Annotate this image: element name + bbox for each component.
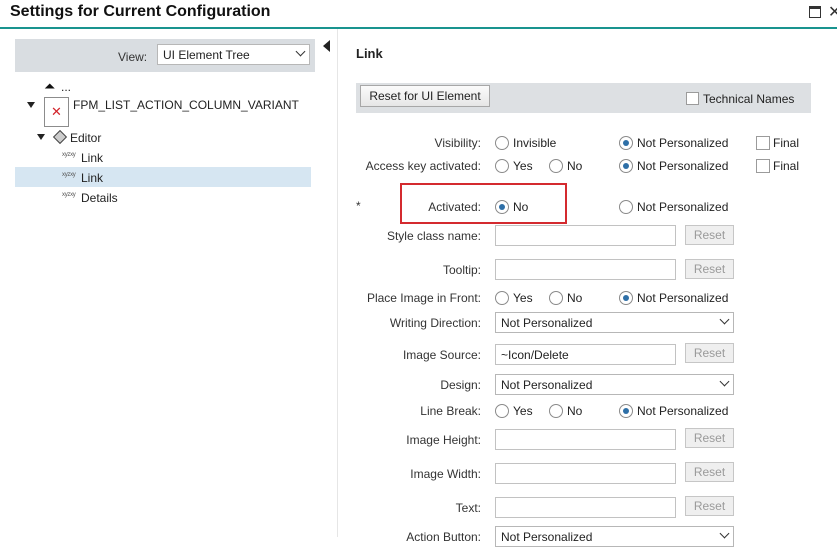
image-front-yes-label: Yes — [513, 291, 533, 305]
link-element-icon: xyzxy — [62, 172, 76, 178]
image-front-no-radio[interactable] — [549, 291, 563, 305]
image-front-not-personalized-radio[interactable] — [619, 291, 633, 305]
visibility-invisible-label: Invisible — [513, 136, 557, 150]
image-width-label: Image Width: — [410, 467, 481, 481]
image-height-input[interactable] — [495, 429, 676, 450]
technical-names-checkbox[interactable] — [686, 92, 699, 105]
activated-no-radio[interactable] — [495, 200, 509, 214]
reset-ui-element-button[interactable]: Reset for UI Element — [360, 85, 490, 107]
visibility-not-personalized-radio[interactable] — [619, 136, 633, 150]
tooltip-label: Tooltip: — [442, 263, 481, 277]
tree-item-variant[interactable]: FPM_LIST_ACTION_COLUMN_VARIANT — [73, 98, 299, 112]
tree-up-item[interactable]: ... — [61, 80, 71, 94]
text-input[interactable] — [495, 497, 676, 518]
activated-not-personalized-label: Not Personalized — [637, 200, 729, 214]
image-width-reset-button[interactable]: Reset — [685, 462, 734, 482]
details-element-icon: xyzxy — [62, 192, 76, 198]
close-icon[interactable]: ✕ — [828, 2, 837, 22]
style-class-reset-button[interactable]: Reset — [685, 225, 734, 245]
design-label: Design: — [440, 378, 481, 392]
style-class-label: Style class name: — [386, 229, 481, 243]
image-source-label: Image Source: — [402, 348, 481, 362]
image-height-label: Image Height: — [406, 433, 481, 447]
activated-label: Activated: — [428, 200, 481, 214]
title-divider — [0, 27, 837, 29]
access-key-label: Access key activated: — [365, 159, 481, 173]
access-key-final-label: Final — [773, 159, 800, 173]
dialog-title: Settings for Current Configuration — [10, 3, 271, 20]
chevron-down-icon — [719, 314, 730, 325]
tooltip-input[interactable] — [495, 259, 676, 280]
activated-no-label: No — [513, 200, 529, 214]
access-key-no-label: No — [567, 159, 583, 173]
broken-image-icon: ✕ — [44, 97, 69, 127]
access-key-yes-radio[interactable] — [495, 159, 509, 173]
image-front-no-label: No — [567, 291, 583, 305]
technical-names-label: Technical Names — [703, 92, 795, 106]
writing-direction-label: Writing Direction: — [389, 316, 481, 330]
writing-direction-select[interactable]: Not Personalized — [495, 312, 734, 333]
tree-item-link-selected[interactable]: Link — [81, 171, 103, 185]
line-break-not-personalized-radio[interactable] — [619, 404, 633, 418]
visibility-final-label: Final — [773, 136, 800, 150]
link-element-icon: xyzxy — [62, 152, 76, 158]
visibility-invisible-radio[interactable] — [495, 136, 509, 150]
line-break-not-personalized-label: Not Personalized — [637, 404, 729, 418]
expand-variant-icon[interactable] — [27, 102, 35, 108]
navigate-up-icon[interactable]: ⏶ — [44, 79, 55, 93]
action-button-value: Not Personalized — [501, 530, 593, 544]
image-height-reset-button[interactable]: Reset — [685, 428, 734, 448]
chevron-down-icon — [295, 46, 306, 57]
panel-title: Link — [356, 46, 383, 61]
expand-editor-icon[interactable] — [37, 134, 45, 140]
visibility-not-personalized-label: Not Personalized — [637, 136, 729, 150]
image-front-yes-radio[interactable] — [495, 291, 509, 305]
tree-item-editor[interactable]: Editor — [70, 131, 101, 145]
design-select[interactable]: Not Personalized — [495, 374, 734, 395]
access-key-not-personalized-radio[interactable] — [619, 159, 633, 173]
action-button-label: Action Button: — [406, 530, 481, 544]
view-select[interactable]: UI Element Tree — [157, 44, 310, 65]
line-break-yes-label: Yes — [513, 404, 533, 418]
maximize-icon[interactable] — [809, 6, 821, 18]
writing-direction-value: Not Personalized — [501, 316, 593, 330]
collapse-panel-icon[interactable] — [323, 40, 330, 52]
text-label: Text: — [455, 501, 481, 515]
line-break-no-radio[interactable] — [549, 404, 563, 418]
access-key-not-personalized-label: Not Personalized — [637, 159, 729, 173]
tree-item-details[interactable]: Details — [81, 191, 118, 205]
design-value: Not Personalized — [501, 378, 593, 392]
access-key-yes-label: Yes — [513, 159, 533, 173]
image-source-input[interactable]: ~Icon/Delete — [495, 344, 676, 365]
view-select-value: UI Element Tree — [163, 48, 250, 62]
editor-diamond-icon — [52, 129, 68, 145]
view-label: View: — [118, 50, 148, 64]
tree-item-link[interactable]: Link — [81, 151, 103, 165]
chevron-down-icon — [719, 376, 730, 387]
image-source-reset-button[interactable]: Reset — [685, 343, 734, 363]
activated-not-personalized-radio[interactable] — [619, 200, 633, 214]
tooltip-reset-button[interactable]: Reset — [685, 259, 734, 279]
line-break-yes-radio[interactable] — [495, 404, 509, 418]
visibility-label: Visibility: — [434, 136, 481, 150]
access-key-no-radio[interactable] — [549, 159, 563, 173]
tree-selected-row — [15, 167, 311, 187]
access-key-final-checkbox[interactable] — [756, 159, 770, 173]
line-break-label: Line Break: — [420, 404, 481, 418]
line-break-no-label: No — [567, 404, 583, 418]
panel-splitter[interactable] — [337, 29, 338, 537]
image-width-input[interactable] — [495, 463, 676, 484]
image-front-not-personalized-label: Not Personalized — [637, 291, 729, 305]
style-class-input[interactable] — [495, 225, 676, 246]
text-reset-button[interactable]: Reset — [685, 496, 734, 516]
visibility-final-checkbox[interactable] — [756, 136, 770, 150]
image-front-label: Place Image in Front: — [366, 291, 481, 305]
